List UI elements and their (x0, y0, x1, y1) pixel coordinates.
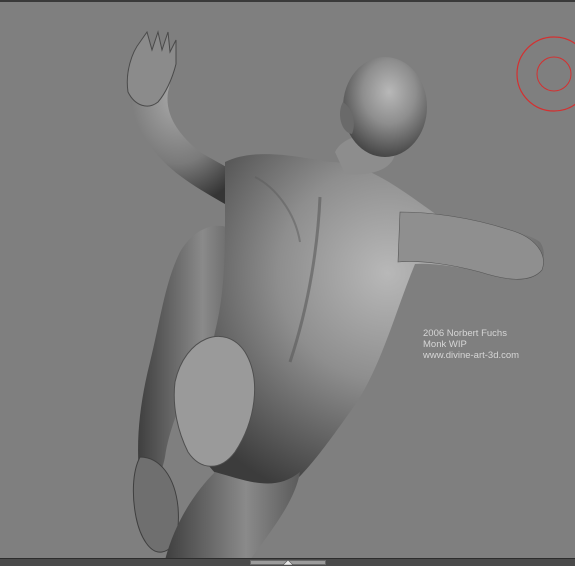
sculpt-viewport[interactable]: 2006 Norbert Fuchs Monk WIP www.divine-a… (0, 0, 575, 560)
credit-line-2: Monk WIP (423, 339, 467, 350)
credit-text: 2006 Norbert Fuchs Monk WIP www.divine-a… (423, 328, 519, 361)
bottom-bar (0, 558, 575, 566)
left-foot (132, 456, 179, 553)
brush-circle-icon (516, 36, 575, 112)
right-leg (165, 472, 300, 560)
left-hand (126, 30, 177, 107)
right-arm (397, 211, 544, 280)
credit-line-1: 2006 Norbert Fuchs (423, 328, 507, 339)
head (343, 57, 427, 157)
sculpture-model[interactable] (0, 2, 575, 560)
credit-line-3: www.divine-art-3d.com (423, 350, 520, 361)
torso (196, 154, 544, 495)
scroll-grip-icon[interactable] (282, 559, 294, 566)
